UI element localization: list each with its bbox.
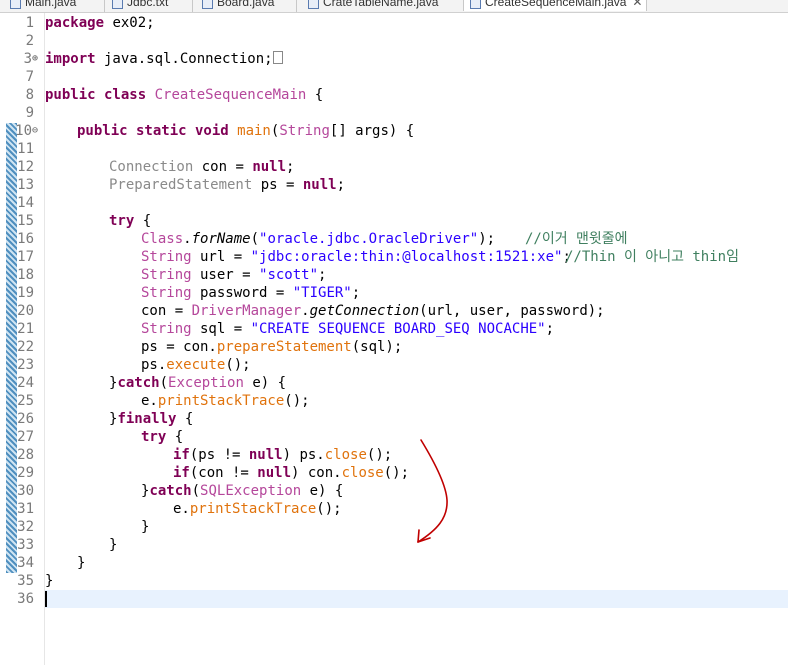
red-arrow-annotation <box>417 439 448 543</box>
